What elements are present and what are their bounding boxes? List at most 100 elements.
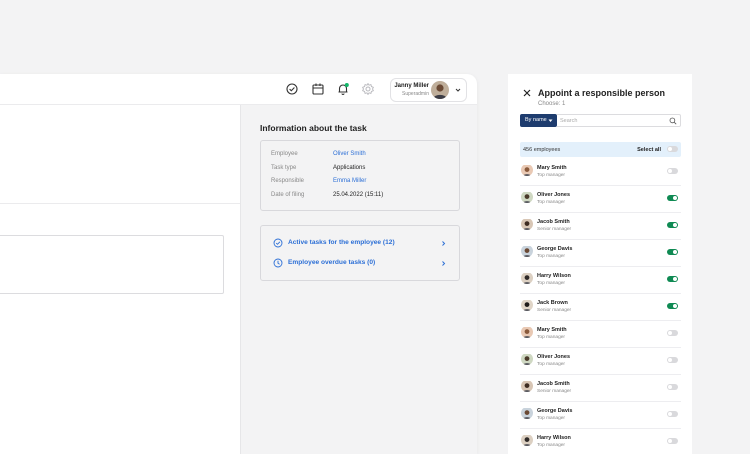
panel-title: Appoint a responsible person [538, 88, 666, 98]
close-icon[interactable] [522, 88, 532, 98]
employee-role: Top manager [537, 281, 565, 286]
select-toggle[interactable] [667, 222, 678, 228]
list-item[interactable]: Oliver Jones Top manager [520, 185, 681, 213]
divider [0, 203, 240, 204]
list-item[interactable]: Mary Smith Top manager [520, 320, 681, 348]
employee-name: Jacob Smith [537, 219, 570, 225]
employee-name: George Davis [537, 408, 573, 414]
list-item[interactable]: George Davis Top manager [520, 401, 681, 429]
info-value: 25.04.2022 (15:11) [333, 192, 384, 198]
user-name: Janny Miller [394, 83, 429, 89]
responsible-link[interactable]: Emma Miller [333, 178, 366, 184]
select-toggle[interactable] [667, 195, 678, 201]
task-card: Janny Miller Superadmin Information abou… [0, 74, 477, 454]
list-item[interactable]: Harry Wilson Top manager [520, 266, 681, 294]
avatar [521, 164, 533, 176]
list-item[interactable]: Harry Wilson Top manager [520, 428, 681, 454]
bell-icon[interactable] [336, 82, 350, 96]
employee-role: Senior manager [537, 227, 572, 232]
select-toggle[interactable] [667, 384, 678, 390]
employee-role: Top manager [537, 173, 565, 178]
search-field [557, 114, 681, 127]
user-menu[interactable]: Janny Miller Superadmin [390, 78, 467, 102]
user-role: Superadmin [402, 91, 429, 97]
comment-textarea[interactable] [0, 235, 224, 294]
task-info-pane: Information about the task Employee Oliv… [240, 105, 477, 454]
select-toggle[interactable] [667, 411, 678, 417]
employee-name: Harry Wilson [537, 273, 571, 279]
employee-role: Top manager [537, 362, 565, 367]
info-label: Responsible [271, 178, 305, 184]
task-form-area [0, 105, 240, 454]
appoint-panel: Appoint a responsible person Choose: 1 B… [508, 74, 692, 454]
employee-name: Harry Wilson [537, 435, 571, 441]
clock-icon [273, 258, 283, 268]
info-label: Employee [271, 151, 298, 157]
avatar [521, 380, 533, 392]
overdue-tasks-label: Employee overdue tasks (0) [288, 259, 376, 266]
avatar [431, 81, 449, 99]
list-item[interactable]: Jacob Smith Senior manager [520, 212, 681, 240]
avatar [521, 353, 533, 365]
overdue-tasks-link[interactable]: Employee overdue tasks (0) [273, 257, 451, 271]
employee-name: Oliver Jones [537, 192, 571, 198]
avatar [521, 218, 533, 230]
info-label: Date of filing [271, 192, 305, 198]
search-input[interactable] [560, 116, 660, 125]
list-item[interactable]: Mary Smith Top manager [520, 158, 681, 186]
notification-dot [344, 83, 349, 87]
avatar [521, 407, 533, 419]
info-value: Applications [333, 165, 366, 171]
employee-role: Top manager [537, 200, 565, 205]
employee-name: George Davis [537, 246, 573, 252]
select-toggle[interactable] [667, 249, 678, 255]
avatar [521, 299, 533, 311]
select-toggle[interactable] [667, 303, 678, 309]
employee-name: Jacob Smith [537, 381, 570, 387]
avatar [521, 434, 533, 446]
avatar [521, 191, 533, 203]
check-circle-icon [273, 238, 283, 248]
employee-count: 456 employees [523, 147, 561, 153]
select-toggle[interactable] [667, 357, 678, 363]
chevron-right-icon [442, 241, 446, 246]
employee-role: Top manager [537, 416, 565, 421]
search-icon[interactable] [669, 117, 677, 125]
employee-name: Mary Smith [537, 165, 567, 171]
select-all-label: Select all [637, 147, 661, 153]
employee-name: Mary Smith [537, 327, 567, 333]
info-label: Task type [271, 165, 297, 171]
task-links: Active tasks for the employee (12) Emplo… [260, 225, 460, 281]
gear-icon[interactable] [361, 82, 375, 96]
top-toolbar: Janny Miller Superadmin [0, 74, 477, 105]
employee-name: Oliver Jones [537, 354, 571, 360]
active-tasks-label: Active tasks for the employee (12) [288, 239, 395, 246]
employee-role: Senior manager [537, 308, 572, 313]
info-title: Information about the task [260, 123, 367, 133]
avatar [521, 326, 533, 338]
chevron-down-icon [455, 88, 461, 92]
chevron-right-icon [442, 261, 446, 266]
avatar [521, 272, 533, 284]
select-toggle[interactable] [667, 438, 678, 444]
select-toggle[interactable] [667, 168, 678, 174]
list-item[interactable]: George Davis Top manager [520, 239, 681, 267]
employee-name: Jack Brown [537, 300, 568, 306]
select-all-bar: 456 employees Select all [520, 142, 681, 157]
check-circle-icon[interactable] [285, 82, 299, 96]
active-tasks-link[interactable]: Active tasks for the employee (12) [273, 237, 451, 251]
filter-dropdown[interactable]: By name [520, 114, 557, 127]
list-item[interactable]: Oliver Jones Top manager [520, 347, 681, 375]
filter-label: By name [525, 117, 547, 123]
calendar-icon[interactable] [311, 82, 325, 96]
employee-role: Top manager [537, 335, 565, 340]
employee-role: Senior manager [537, 389, 572, 394]
select-all-toggle[interactable] [667, 146, 678, 152]
panel-subtitle: Choose: 1 [538, 101, 566, 107]
select-toggle[interactable] [667, 330, 678, 336]
select-toggle[interactable] [667, 276, 678, 282]
list-item[interactable]: Jack Brown Senior manager [520, 293, 681, 321]
list-item[interactable]: Jacob Smith Senior manager [520, 374, 681, 402]
caret-down-icon [548, 119, 553, 122]
employee-link[interactable]: Oliver Smith [333, 151, 366, 157]
